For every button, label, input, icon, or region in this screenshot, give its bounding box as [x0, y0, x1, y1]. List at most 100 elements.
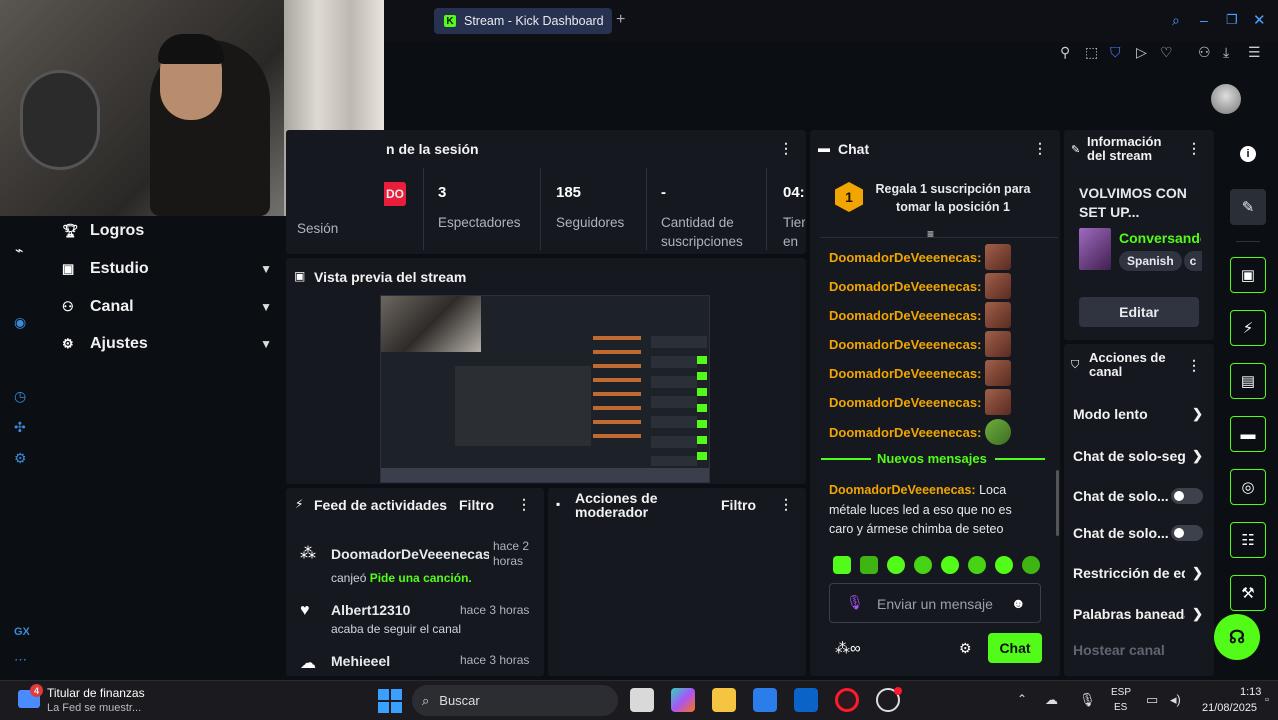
edit-button[interactable]: Editar	[1079, 297, 1199, 327]
stream-preview-video[interactable]	[380, 295, 710, 483]
tag-badge[interactable]: c	[1184, 251, 1202, 271]
chat-username[interactable]: DoomadorDeVeeenecas:	[829, 483, 976, 497]
notes-tool-icon[interactable]: ▤	[1230, 363, 1266, 399]
play-icon[interactable]: ▷	[1136, 44, 1147, 61]
emote-button[interactable]	[860, 556, 878, 574]
snapshot-icon[interactable]: ⬚	[1085, 44, 1098, 61]
category-thumbnail[interactable]	[1079, 228, 1111, 270]
emote-button[interactable]	[968, 556, 986, 574]
download-icon[interactable]: ⤓	[1223, 44, 1229, 61]
emote-button[interactable]	[833, 556, 851, 574]
profile-icon[interactable]: ⚇	[1198, 44, 1211, 61]
notifications-icon[interactable]: ▫	[1265, 694, 1269, 706]
sub-prompt[interactable]: Regala 1 suscripción para tomar la posic…	[873, 180, 1033, 216]
emote-button[interactable]	[887, 556, 905, 574]
search-icon[interactable]: ⌕	[1172, 12, 1180, 29]
chat-username[interactable]: DoomadorDeVeeenecas:	[829, 250, 981, 265]
bolt-tool-icon[interactable]: ⚡︎	[1230, 310, 1266, 346]
maximize-icon[interactable]: ❐	[1226, 12, 1238, 28]
taskbar-search[interactable]: ⌕ Buscar	[412, 685, 618, 716]
chat-username[interactable]: DoomadorDeVeeenecas:	[829, 279, 981, 294]
heart-icon[interactable]: ♡	[1160, 44, 1173, 61]
file-explorer-icon[interactable]	[712, 688, 736, 712]
channel-actions-menu-icon[interactable]: ⋮	[1187, 357, 1201, 374]
play-circle-icon[interactable]: ◉	[14, 314, 26, 331]
action-followers-only[interactable]: Chat de solo-seg ❯	[1073, 448, 1203, 464]
chat-tool-icon[interactable]: ▬	[1230, 416, 1266, 452]
mod-menu-icon[interactable]: ⋮	[779, 496, 793, 513]
session-menu-icon[interactable]: ⋮	[779, 140, 793, 157]
emote-button[interactable]	[941, 556, 959, 574]
minimize-icon[interactable]: –	[1200, 12, 1208, 28]
copilot-icon[interactable]	[671, 688, 695, 712]
points-icon[interactable]: ⁂∞	[835, 639, 861, 657]
sidebar-item-estudio[interactable]: ▣ Estudio ▼	[62, 260, 272, 278]
chat-username[interactable]: DoomadorDeVeeenecas:	[829, 395, 981, 410]
opera-gx-icon[interactable]	[835, 688, 859, 712]
clock-icon[interactable]: ◷	[14, 388, 26, 405]
support-button[interactable]: ☊	[1214, 614, 1260, 660]
menu-icon[interactable]: ☰	[1248, 44, 1261, 61]
store-icon[interactable]	[753, 688, 777, 712]
chat-username[interactable]: DoomadorDeVeeenecas:	[829, 425, 981, 440]
chat-send-button[interactable]: Chat	[988, 633, 1042, 663]
sidebar-item-logros[interactable]: 🏆︎ Logros	[62, 222, 272, 240]
toggle-switch[interactable]	[1171, 525, 1203, 541]
news-title[interactable]: Titular de finanzas	[47, 686, 145, 700]
chat-username[interactable]: DoomadorDeVeeenecas:	[829, 366, 981, 381]
task-view-icon[interactable]	[630, 688, 654, 712]
clock-time[interactable]: 1:13	[1240, 686, 1261, 698]
broadcast-tool-icon[interactable]: ◎	[1230, 469, 1266, 505]
stream-info-menu-icon[interactable]: ⋮	[1187, 140, 1201, 157]
action-host-channel[interactable]: Hostear canal	[1073, 642, 1203, 658]
kick-nav-icon[interactable]: ⌁	[15, 242, 23, 259]
action-banned-words[interactable]: Palabras baneada ❯	[1073, 606, 1203, 622]
feed-item-user[interactable]: Mehieeel	[331, 653, 390, 669]
pencil-icon[interactable]: ✎	[1230, 189, 1266, 225]
new-tab-button[interactable]: +	[616, 11, 625, 29]
action-age-restriction[interactable]: Restricción de ed ❯	[1073, 565, 1203, 581]
puzzle-icon[interactable]: ✣	[14, 419, 26, 436]
info-icon[interactable]: i	[1240, 146, 1256, 162]
more-icon[interactable]: ⋯	[14, 652, 27, 668]
volume-icon[interactable]: ◂)	[1170, 692, 1181, 708]
mod-filter-button[interactable]: Filtro	[721, 497, 756, 513]
shield-icon[interactable]: ⛉	[1110, 44, 1121, 61]
feed-menu-icon[interactable]: ⋮	[517, 496, 531, 513]
chat-menu-icon[interactable]: ⋮	[1033, 140, 1047, 157]
feed-filter-button[interactable]: Filtro	[459, 497, 494, 513]
sidebar-item-ajustes[interactable]: ⚙ Ajustes ▼	[62, 335, 272, 353]
settings-rail-icon[interactable]: ⚙	[14, 450, 27, 467]
close-icon[interactable]: ✕	[1253, 11, 1266, 29]
toggle-switch[interactable]	[1171, 488, 1203, 504]
new-messages-label[interactable]: Nuevos mensajes	[877, 451, 987, 466]
lang-top[interactable]: ESP	[1111, 687, 1131, 698]
pin-icon[interactable]: ⚲	[1060, 44, 1070, 61]
chat-username[interactable]: DoomadorDeVeeenecas:	[829, 308, 981, 323]
outlook-icon[interactable]	[794, 688, 818, 712]
chat-settings-icon[interactable]: ⚙	[959, 640, 972, 657]
mic-tray-icon[interactable]: 🎙︎	[1079, 692, 1096, 708]
wrench-tool-icon[interactable]: ⚒	[1230, 575, 1266, 611]
emote-button[interactable]	[1022, 556, 1040, 574]
action-emote-only[interactable]: Chat de solo...	[1073, 525, 1203, 541]
expand-icon[interactable]: ≡	[927, 227, 934, 241]
category-name[interactable]: Conversando	[1119, 230, 1201, 246]
tag-badge[interactable]: Spanish	[1119, 251, 1182, 271]
studio-tool-icon[interactable]: ▣	[1230, 257, 1266, 293]
network-icon[interactable]: ▭	[1146, 692, 1158, 708]
emoji-icon[interactable]: ☻	[1011, 595, 1026, 611]
action-slow-mode[interactable]: Modo lento ❯	[1073, 406, 1203, 422]
chat-username[interactable]: DoomadorDeVeeenecas:	[829, 337, 981, 352]
action-subs-only[interactable]: Chat de solo...	[1073, 488, 1203, 504]
windows-start-icon[interactable]	[378, 689, 402, 713]
emote-button[interactable]	[995, 556, 1013, 574]
feed-item-user[interactable]: DoomadorDeVeeenecas	[331, 546, 489, 562]
layout-tool-icon[interactable]: ☷	[1230, 522, 1266, 558]
browser-tab[interactable]: K Stream - Kick Dashboard	[434, 8, 612, 34]
chat-scrollbar[interactable]	[1056, 470, 1059, 536]
microphone-icon[interactable]: 🎙︎	[846, 594, 864, 611]
cloud-icon[interactable]: ☁︎	[1045, 692, 1058, 708]
feed-item-user[interactable]: Albert12310	[331, 602, 410, 618]
sidebar-item-canal[interactable]: ⚇ Canal ▼	[62, 298, 272, 316]
